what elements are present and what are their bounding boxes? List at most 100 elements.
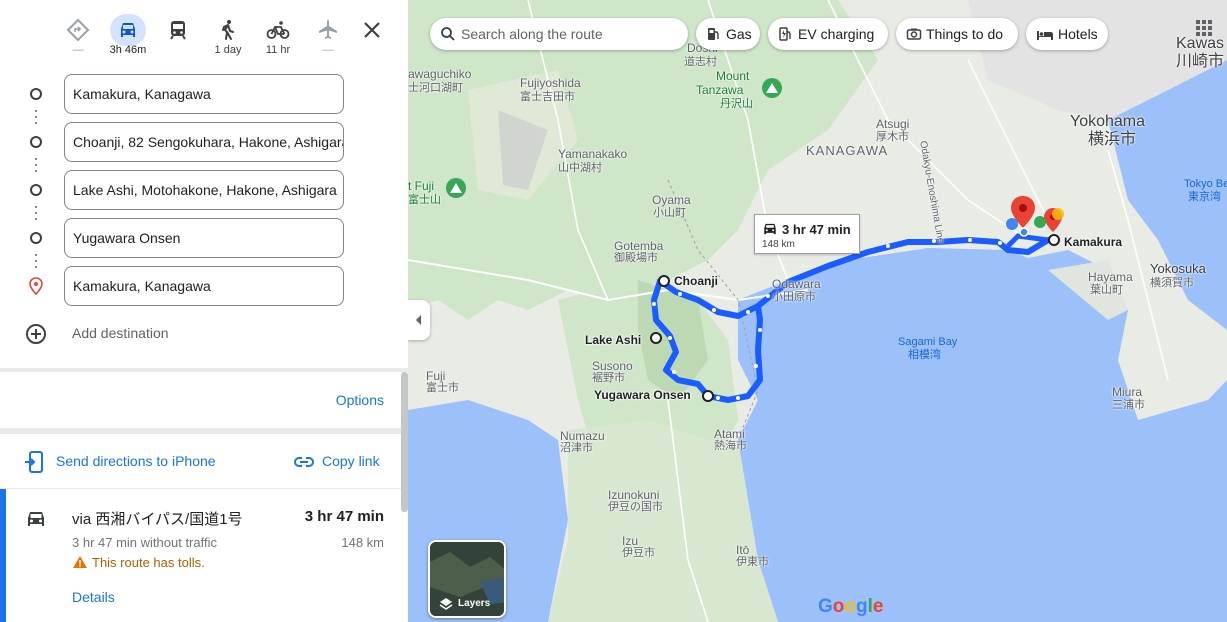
layers-icon [439, 598, 453, 610]
close-directions-button[interactable] [358, 16, 386, 44]
waypoint-circle-icon [30, 136, 42, 148]
stop-label-kamakura: Kamakura [1064, 235, 1123, 249]
mode-transit[interactable] [156, 12, 200, 62]
place-label: 富士山 [408, 194, 441, 206]
link-icon [293, 457, 315, 467]
panel-scrollbar[interactable] [401, 372, 408, 512]
chip-hotels-label: Hotels [1058, 26, 1098, 42]
water-label: Sagami Bay [898, 336, 958, 348]
map-canvas[interactable]: awaguchiko 士河口湖町 Fujiyoshida 富士吉田市 Doshi… [408, 0, 1227, 622]
route-duration: 3 hr 47 min [304, 508, 384, 525]
city-label: Yokohama [1070, 113, 1146, 130]
stop-row-4: Yugawara Onsen [0, 218, 408, 258]
waypoint-circle-icon [30, 184, 42, 196]
place-label: Atami [714, 427, 745, 441]
stop-label-yugawara: Yugawara Onsen [594, 388, 691, 402]
gas-station-icon [708, 28, 719, 40]
city-label: Kawas [1176, 35, 1225, 52]
stop-label-choanji: Choanji [674, 274, 718, 288]
train-icon [170, 21, 186, 40]
send-to-phone-icon [25, 451, 43, 473]
chip-gas[interactable]: Gas [696, 18, 760, 50]
place-label: 沼津市 [560, 442, 593, 454]
add-destination-button[interactable]: Add destination [0, 314, 408, 354]
place-label: t Fuji [408, 179, 435, 193]
route-info-callout[interactable]: 3 hr 47 min 148 km [754, 214, 860, 254]
place-label: Fuji [426, 369, 446, 383]
place-label: 伊豆の国市 [608, 501, 663, 513]
google-logo: Google [818, 596, 884, 617]
route-details-link[interactable]: Details [72, 589, 115, 605]
place-label: Izunokuni [608, 488, 660, 502]
region-label: KANAGAWA [806, 143, 889, 158]
search-placeholder: Search along the route [461, 26, 603, 42]
mode-flights[interactable]: — [306, 12, 350, 62]
callout-distance: 148 km [762, 239, 795, 250]
stop-input-3[interactable]: Lake Ashi, Motohakone, Hakone, Ashigara [64, 170, 344, 210]
place-label: Fujiyoshida [520, 76, 581, 90]
best-route-icon [66, 18, 90, 42]
place-label: 道志村 [684, 56, 717, 68]
place-label: 伊東市 [736, 556, 769, 568]
car-icon [121, 23, 135, 37]
route-via-label: via 西湘バイパス/国道1号 [72, 511, 243, 528]
place-label: Yamanakako [558, 147, 628, 161]
place-label: 横須賀市 [1150, 277, 1194, 289]
route-traffic-note: 3 hr 47 min without traffic [72, 535, 217, 550]
place-label: Numazu [560, 429, 605, 443]
stop-input-1[interactable]: Kamakura, Kanagawa [64, 74, 344, 114]
stop-input-4[interactable]: Yugawara Onsen [64, 218, 344, 258]
place-label: 富士吉田市 [520, 91, 575, 103]
google-apps-icon[interactable] [1196, 20, 1212, 36]
search-icon [441, 27, 455, 41]
place-label: 伊豆市 [622, 547, 655, 559]
stop-row-5: Kamakura, Kanagawa [0, 266, 408, 306]
place-label: 熱海市 [714, 440, 747, 452]
collapse-panel-button[interactable] [408, 300, 430, 340]
place-label: 小山町 [653, 207, 686, 219]
plane-icon [319, 20, 337, 39]
city-label: 横浜市 [1088, 131, 1137, 148]
chip-gas-label: Gas [726, 26, 752, 42]
stop-input-5[interactable]: Kamakura, Kanagawa [64, 266, 344, 306]
warning-icon [73, 556, 87, 568]
waypoint-circle-icon [30, 232, 42, 244]
place-label: Gotemba [614, 239, 664, 253]
chip-things-to-do[interactable]: Things to do [896, 18, 1018, 50]
origin-circle-icon [30, 88, 42, 100]
layers-button[interactable]: Layers [428, 540, 506, 618]
place-label: awaguchiko [408, 67, 472, 81]
options-button[interactable]: Options [336, 392, 384, 408]
place-label: 御殿場市 [614, 252, 658, 264]
mode-best[interactable]: — [56, 12, 100, 62]
place-label: 三浦市 [1112, 399, 1145, 411]
place-label: Izu [622, 534, 639, 548]
place-label: Mount [716, 69, 750, 83]
mode-cycling[interactable]: 11 hr [256, 12, 300, 62]
chip-ev-charging[interactable]: EV charging [768, 18, 888, 50]
place-label: 小田原市 [772, 291, 816, 303]
mode-driving[interactable]: 3h 46m [106, 12, 150, 62]
place-label: Hayama [1088, 270, 1133, 284]
chevron-left-icon [416, 315, 421, 325]
water-label: 東京湾 [1188, 191, 1221, 203]
chip-ev-label: EV charging [798, 26, 875, 42]
bed-icon [1037, 31, 1053, 40]
copy-link-label: Copy link [322, 453, 380, 469]
place-label: Tanzawa [696, 83, 744, 97]
place-label: 富士市 [426, 382, 459, 394]
add-destination-label: Add destination [72, 325, 169, 341]
layers-label: Layers [458, 598, 491, 609]
chip-hotels[interactable]: Hotels [1026, 18, 1108, 50]
place-label: Odawara [772, 277, 821, 291]
bike-icon [266, 21, 290, 39]
place-label: 裾野市 [592, 372, 625, 384]
stop-label-lake-ashi: Lake Ashi [585, 333, 642, 347]
route-option-card[interactable]: via 西湘バイパス/国道1号 3 hr 47 min 3 hr 47 min … [0, 489, 402, 622]
mode-walking[interactable]: 1 day [206, 12, 250, 62]
stop-input-2[interactable]: Choanji, 82 Sengokuhara, Hakone, Ashigar… [64, 122, 344, 162]
divider [0, 428, 408, 434]
stop-row-1: Kamakura, Kanagawa [0, 74, 408, 114]
route-search-input[interactable]: Search along the route [430, 18, 688, 50]
place-label: Atsugi [876, 117, 910, 131]
